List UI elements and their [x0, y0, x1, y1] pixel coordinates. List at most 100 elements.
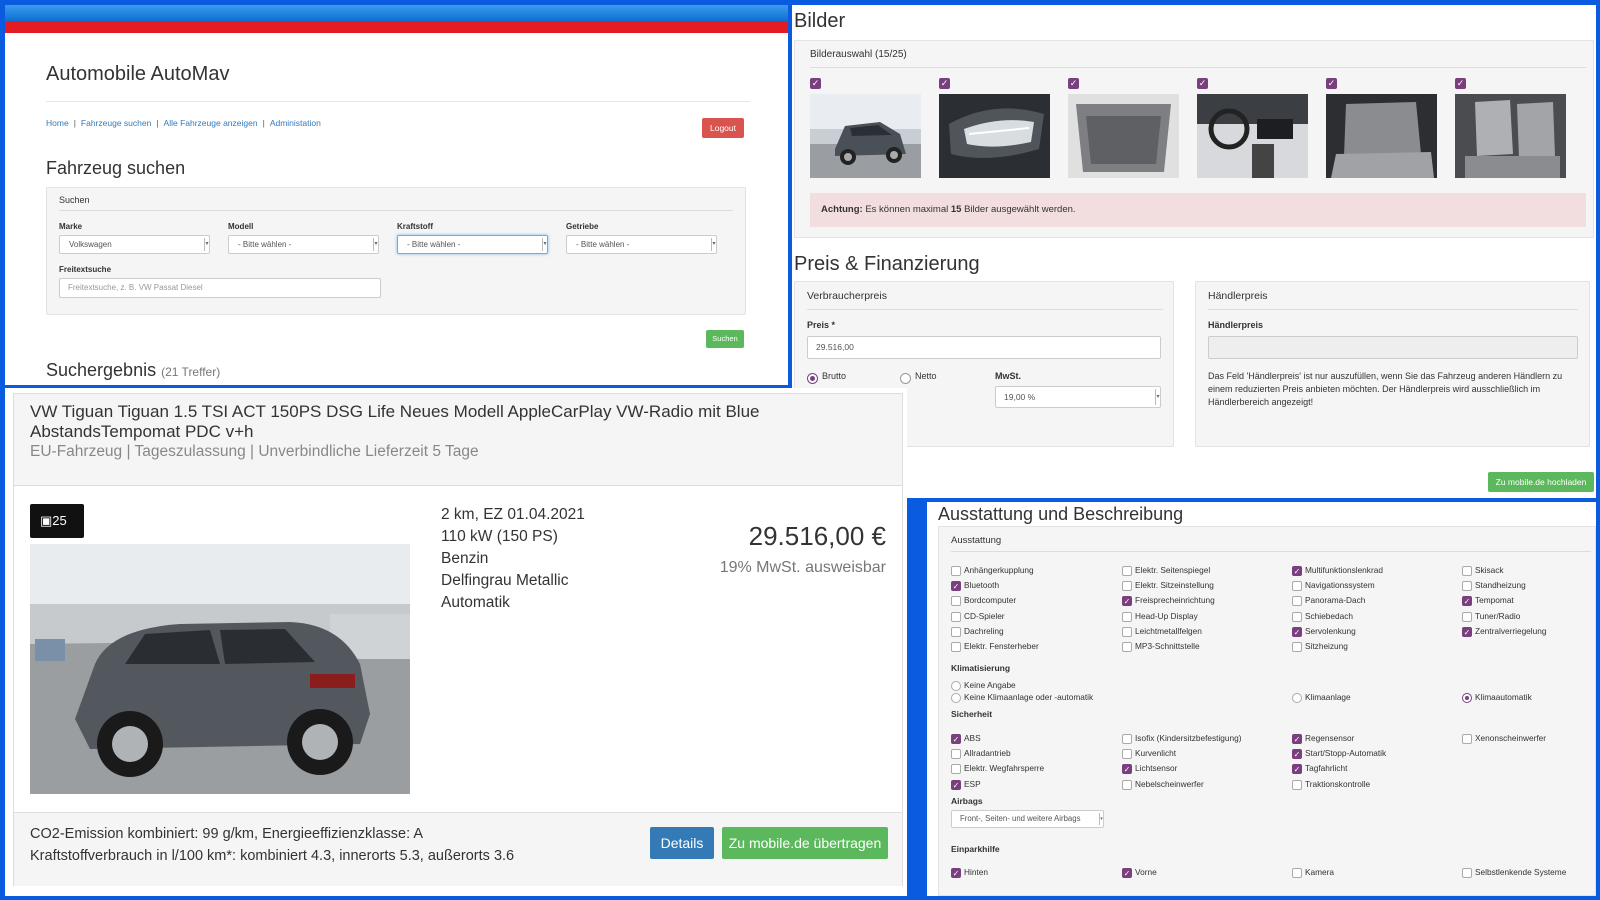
- vehicle-main-photo[interactable]: [30, 544, 410, 794]
- equipment-legend: Ausstattung: [951, 535, 1002, 546]
- thumbnail-dashboard[interactable]: [1197, 94, 1308, 178]
- search-button[interactable]: Suchen: [706, 330, 744, 348]
- image-checkbox-1[interactable]: ✓: [810, 78, 821, 89]
- brand-label: Marke: [59, 222, 83, 231]
- logout-button[interactable]: Logout: [702, 118, 744, 138]
- feature-option-checkbox[interactable]: [1122, 626, 1132, 637]
- safety-option-label: Xenonscheinwerfer: [1475, 733, 1547, 743]
- feature-option-label: MP3-Schnittstelle: [1135, 641, 1200, 651]
- pricing-heading: Preis & Finanzierung: [794, 253, 980, 275]
- image-checkbox-6[interactable]: ✓: [1455, 78, 1466, 89]
- climate-option-radio[interactable]: [1292, 693, 1302, 703]
- image-checkbox-4[interactable]: ✓: [1197, 78, 1208, 89]
- nav-home-link[interactable]: Home: [46, 118, 69, 128]
- feature-option-checkbox[interactable]: [1462, 611, 1472, 622]
- safety-option-label: Kurvenlicht: [1135, 748, 1177, 759]
- safety-option-checkbox[interactable]: [951, 764, 961, 775]
- safety-option-checkbox[interactable]: ✓: [1292, 734, 1302, 744]
- vehicle-title-line2: AbstandsTempomat PDC v+h: [30, 422, 254, 441]
- safety-option-checkbox[interactable]: [1462, 734, 1472, 744]
- parking-option-checkbox[interactable]: [1292, 868, 1302, 878]
- climate-option-radio[interactable]: [1462, 693, 1472, 703]
- feature-option-checkbox[interactable]: [951, 596, 961, 607]
- thumbnail-car-exterior[interactable]: [810, 94, 921, 178]
- transfer-to-mobile-button[interactable]: Zu mobile.de übertragen: [722, 827, 888, 859]
- safety-option-checkbox[interactable]: [1122, 749, 1132, 760]
- image-checkbox-2[interactable]: ✓: [939, 78, 950, 89]
- select-arrow-icon: ▾: [373, 238, 378, 251]
- brutto-radio[interactable]: [807, 373, 818, 384]
- vat-select[interactable]: 19,00 % ▾: [995, 386, 1161, 408]
- image-icon: ▣: [40, 513, 53, 528]
- divider: [59, 210, 733, 211]
- feature-option-checkbox[interactable]: [1122, 581, 1132, 592]
- safety-option-checkbox[interactable]: ✓: [1122, 764, 1132, 775]
- thumbnail-front-seats[interactable]: [1455, 94, 1566, 178]
- feature-option-checkbox[interactable]: ✓: [1292, 626, 1302, 637]
- brand-red-bar: [5, 21, 788, 33]
- safety-option-checkbox[interactable]: ✓: [951, 779, 961, 790]
- equipment-box: Ausstattung Klimatisierung Sicherheit Ai…: [938, 526, 1596, 896]
- feature-option-checkbox[interactable]: ✓: [1292, 566, 1302, 576]
- feature-option-checkbox[interactable]: ✓: [1122, 596, 1132, 607]
- safety-option-checkbox[interactable]: ✓: [1292, 749, 1302, 760]
- nav-admin-link[interactable]: Administation: [270, 118, 321, 128]
- thumbnail-trunk[interactable]: [1068, 94, 1179, 178]
- safety-option-label: Elektr. Wegfahrsperre: [964, 763, 1045, 774]
- feature-option-checkbox[interactable]: [1462, 566, 1472, 576]
- spec-fuel: Benzin: [441, 550, 489, 567]
- feature-option-label: Head-Up Display: [1135, 610, 1198, 621]
- feature-option-checkbox[interactable]: [951, 626, 961, 637]
- safety-option-checkbox[interactable]: [1122, 779, 1132, 790]
- airbags-select-value: Front-, Seiten- und weitere Airbags: [960, 814, 1081, 823]
- parking-option-checkbox[interactable]: [1462, 868, 1472, 878]
- safety-option-label: Traktionskontrolle: [1305, 778, 1371, 789]
- airbags-select[interactable]: Front-, Seiten- und weitere Airbags ▾: [951, 810, 1104, 828]
- image-checkbox-5[interactable]: ✓: [1326, 78, 1337, 89]
- upload-to-mobile-button[interactable]: Zu mobile.de hochladen: [1488, 472, 1594, 492]
- details-button[interactable]: Details: [650, 827, 714, 859]
- safety-option-checkbox[interactable]: [1292, 779, 1302, 790]
- safety-option-checkbox[interactable]: ✓: [951, 734, 961, 744]
- parking-section-title: Einparkhilfe: [951, 844, 1000, 854]
- safety-option-checkbox[interactable]: [951, 749, 961, 760]
- freetext-search-input[interactable]: Freitextsuche, z. B. VW Passat Diesel: [59, 278, 381, 298]
- nav-all-vehicles-link[interactable]: Alle Fahrzeuge anzeigen: [164, 118, 258, 128]
- feature-option-checkbox[interactable]: [1122, 566, 1132, 576]
- fuel-select[interactable]: - Bitte wählen - ▾: [397, 235, 548, 254]
- feature-option-checkbox[interactable]: [1292, 581, 1302, 592]
- divider: [1208, 309, 1578, 310]
- dealer-price-input[interactable]: [1208, 336, 1578, 359]
- safety-option-checkbox[interactable]: [1122, 734, 1132, 744]
- feature-option-checkbox[interactable]: [1462, 581, 1472, 592]
- safety-option-checkbox[interactable]: ✓: [1292, 764, 1302, 775]
- feature-option-checkbox[interactable]: [1292, 642, 1302, 652]
- feature-option-label: Navigationssystem: [1305, 580, 1375, 591]
- feature-option-checkbox[interactable]: [951, 642, 961, 652]
- feature-option-label: Leichtmetallfelgen: [1135, 625, 1202, 636]
- parking-option-checkbox[interactable]: ✓: [1122, 868, 1132, 878]
- model-select[interactable]: - Bitte wählen - ▾: [228, 235, 379, 254]
- feature-option-checkbox[interactable]: [951, 566, 961, 576]
- gearbox-select[interactable]: - Bitte wählen - ▾: [566, 235, 717, 254]
- netto-radio[interactable]: [900, 373, 911, 384]
- climate-option-radio[interactable]: [951, 693, 961, 703]
- feature-option-checkbox[interactable]: [1122, 642, 1132, 652]
- feature-option-checkbox[interactable]: [1292, 611, 1302, 622]
- brand-select[interactable]: Volkswagen ▾: [59, 235, 210, 254]
- parking-option-checkbox[interactable]: ✓: [951, 868, 961, 878]
- feature-option-checkbox[interactable]: [951, 611, 961, 622]
- thumbnail-headlight[interactable]: [939, 94, 1050, 178]
- feature-option-checkbox[interactable]: ✓: [951, 581, 961, 592]
- feature-option-checkbox[interactable]: [1122, 611, 1132, 622]
- select-arrow-icon: ▾: [711, 238, 716, 251]
- photo-count-badge[interactable]: ▣25: [30, 504, 84, 538]
- price-input[interactable]: 29.516,00: [807, 336, 1161, 359]
- nav-search-link[interactable]: Fahrzeuge suchen: [81, 118, 151, 128]
- climate-option-radio[interactable]: [951, 681, 961, 691]
- feature-option-checkbox[interactable]: ✓: [1462, 596, 1472, 607]
- feature-option-checkbox[interactable]: [1292, 596, 1302, 607]
- feature-option-checkbox[interactable]: ✓: [1462, 626, 1472, 637]
- thumbnail-rear-seats[interactable]: [1326, 94, 1437, 178]
- image-checkbox-3[interactable]: ✓: [1068, 78, 1079, 89]
